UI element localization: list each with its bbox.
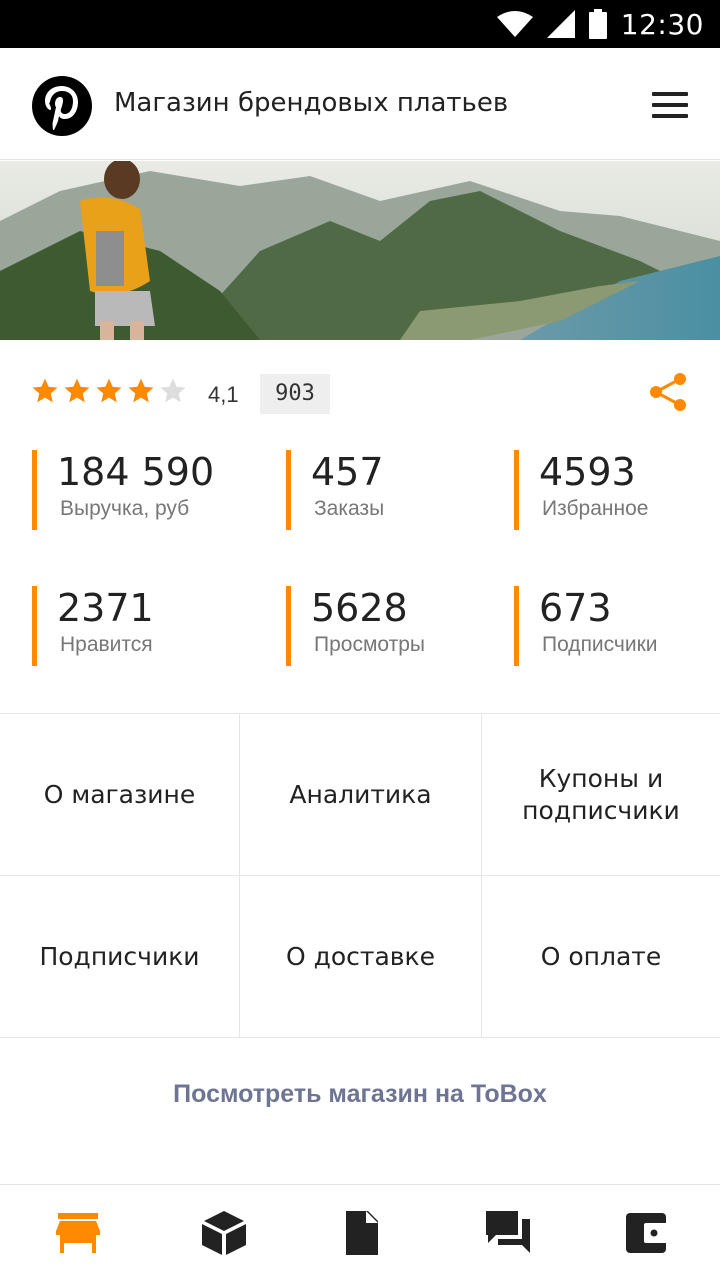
stat-value: 673: [539, 586, 612, 630]
bottom-navigation: [0, 1184, 720, 1280]
stat-value: 2371: [57, 586, 154, 630]
grid-item-label: О доставке: [285, 941, 436, 971]
star-filled-icon: [96, 378, 122, 403]
status-time: 12:30: [620, 7, 704, 41]
app-header: Магазин брендовых платьев: [0, 48, 720, 160]
star-filled-icon: [32, 378, 58, 403]
grid-item-coupons[interactable]: Купоны и подписчики: [482, 714, 720, 876]
stat-views: 5628 Просмотры: [286, 586, 425, 666]
grid-item-payment[interactable]: О оплате: [482, 876, 720, 1038]
stat-favorites: 4593 Избранное: [514, 450, 648, 530]
grid-item-delivery[interactable]: О доставке: [240, 876, 482, 1038]
grid-item-label: Купоны и подписчики: [522, 763, 680, 825]
stat-label: Просмотры: [314, 633, 425, 656]
status-bar: 12:30: [0, 0, 720, 48]
battery-icon: [588, 9, 607, 39]
stat-label: Избранное: [542, 497, 649, 520]
grid-item-about-store[interactable]: О магазине: [0, 714, 240, 876]
grid-item-subscribers[interactable]: Подписчики: [0, 876, 240, 1038]
view-on-tobox-link[interactable]: Посмотреть магазин на ToBox: [0, 1080, 720, 1109]
wallet-icon[interactable]: [622, 1209, 670, 1257]
document-icon[interactable]: [338, 1209, 386, 1257]
stat-likes: 2371 Нравится: [32, 586, 154, 666]
stat-revenue: 184 590 Выручка, руб: [32, 450, 214, 530]
grid-item-label: Аналитика: [289, 779, 432, 809]
stat-label: Подписчики: [542, 633, 658, 656]
grid-item-label: О магазине: [43, 779, 196, 809]
store-icon[interactable]: [54, 1209, 102, 1257]
star-filled-icon: [64, 378, 90, 403]
hamburger-menu-icon[interactable]: [652, 92, 688, 118]
store-banner-image: [0, 161, 720, 340]
stat-label: Заказы: [314, 497, 385, 520]
stat-value: 184 590: [57, 450, 215, 494]
rating-stars: [30, 376, 188, 406]
store-title: Магазин брендовых платьев: [114, 88, 509, 118]
stat-label: Выручка, руб: [60, 497, 190, 520]
chat-icon[interactable]: [484, 1209, 532, 1257]
stat-value: 5628: [311, 586, 408, 630]
star-filled-icon: [128, 378, 154, 403]
grid-item-label: Подписчики: [39, 941, 200, 971]
stat-label: Нравится: [60, 633, 153, 656]
stat-value: 457: [311, 450, 384, 494]
rating-value: 4,1: [208, 382, 239, 407]
box-icon[interactable]: [200, 1209, 248, 1257]
stat-value: 4593: [539, 450, 636, 494]
reviews-count-badge: 903: [260, 374, 330, 414]
pinterest-logo-icon: [32, 76, 92, 136]
stat-orders: 457 Заказы: [286, 450, 384, 530]
star-empty-icon: [160, 378, 186, 403]
signal-icon: [546, 10, 575, 38]
store-menu-grid: О магазине Аналитика Купоны и подписчики…: [0, 713, 720, 1038]
share-icon[interactable]: [648, 372, 688, 412]
grid-item-analytics[interactable]: Аналитика: [240, 714, 482, 876]
rating-row: 4,1 903: [0, 368, 720, 420]
grid-item-label: О оплате: [540, 941, 662, 971]
wifi-icon: [496, 11, 533, 37]
stat-subscribers: 673 Подписчики: [514, 586, 658, 666]
